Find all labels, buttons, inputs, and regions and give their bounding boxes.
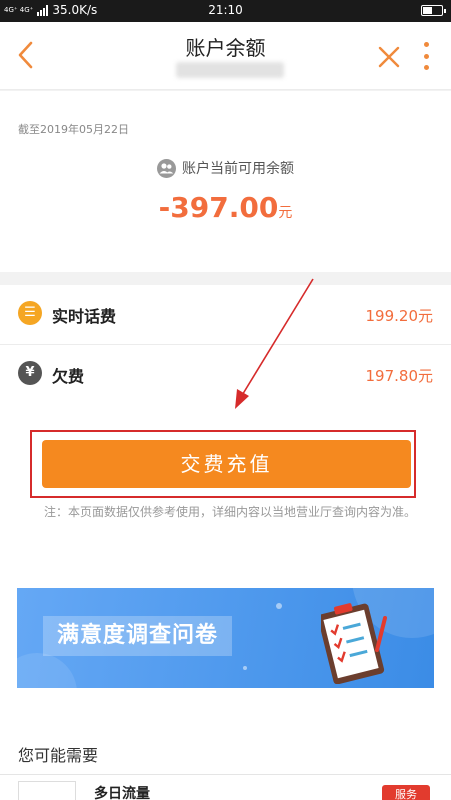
recommend-title: 您可能需要 bbox=[18, 746, 99, 765]
recharge-section: 交费充值 注：本页面数据仅供参考使用，详细内容以当地营业厅查询内容为准。 bbox=[0, 403, 451, 573]
banner-section: 满意度调查问卷 bbox=[0, 573, 451, 708]
battery-icon bbox=[421, 5, 446, 16]
annotation-arrow-icon bbox=[235, 278, 314, 409]
item-value: 197.80元 bbox=[365, 367, 434, 385]
list-icon: ☰ bbox=[18, 301, 42, 325]
item-label: 欠费 bbox=[52, 367, 85, 386]
balance-label: 账户当前可用余额 bbox=[182, 161, 294, 177]
yen-icon: ¥ bbox=[18, 361, 42, 385]
recommend-tag[interactable]: 服务 bbox=[382, 785, 430, 800]
people-icon bbox=[157, 158, 176, 178]
balance-value: -397.00 bbox=[158, 191, 279, 224]
recommend-thumbnail bbox=[18, 781, 76, 800]
blurred-account-number bbox=[176, 62, 284, 78]
balance-unit: 元 bbox=[278, 205, 293, 221]
banner-text: 满意度调查问卷 bbox=[43, 616, 233, 656]
close-icon[interactable] bbox=[376, 44, 402, 70]
disclaimer-note: 注：本页面数据仅供参考使用，详细内容以当地营业厅查询内容为准。 bbox=[44, 505, 417, 519]
status-bar: 4G⁺ 4G⁺ 35.0K/s 21:10 bbox=[0, 0, 451, 22]
clock: 21:10 bbox=[208, 3, 243, 17]
balance-label-row: 账户当前可用余额 bbox=[0, 158, 451, 178]
more-menu-icon[interactable] bbox=[418, 40, 434, 72]
balance-amount: -397.00元 bbox=[0, 191, 451, 224]
recommend-name: 多日流量 bbox=[94, 786, 150, 800]
nav-header: 账户余额 bbox=[0, 22, 451, 90]
as-of-date: 截至2019年05月22日 bbox=[18, 123, 129, 136]
recommend-section: 您可能需要 多日流量 服务 bbox=[0, 708, 451, 800]
recommend-card[interactable]: 多日流量 服务 bbox=[0, 774, 451, 800]
clipboard-icon bbox=[321, 603, 387, 684]
recharge-button[interactable]: 交费充值 bbox=[42, 440, 411, 488]
item-value: 199.20元 bbox=[365, 307, 434, 325]
survey-banner[interactable]: 满意度调查问卷 bbox=[17, 588, 434, 688]
item-label: 实时话费 bbox=[52, 307, 117, 326]
balance-card: 截至2019年05月22日 账户当前可用余额 -397.00元 bbox=[0, 91, 451, 272]
